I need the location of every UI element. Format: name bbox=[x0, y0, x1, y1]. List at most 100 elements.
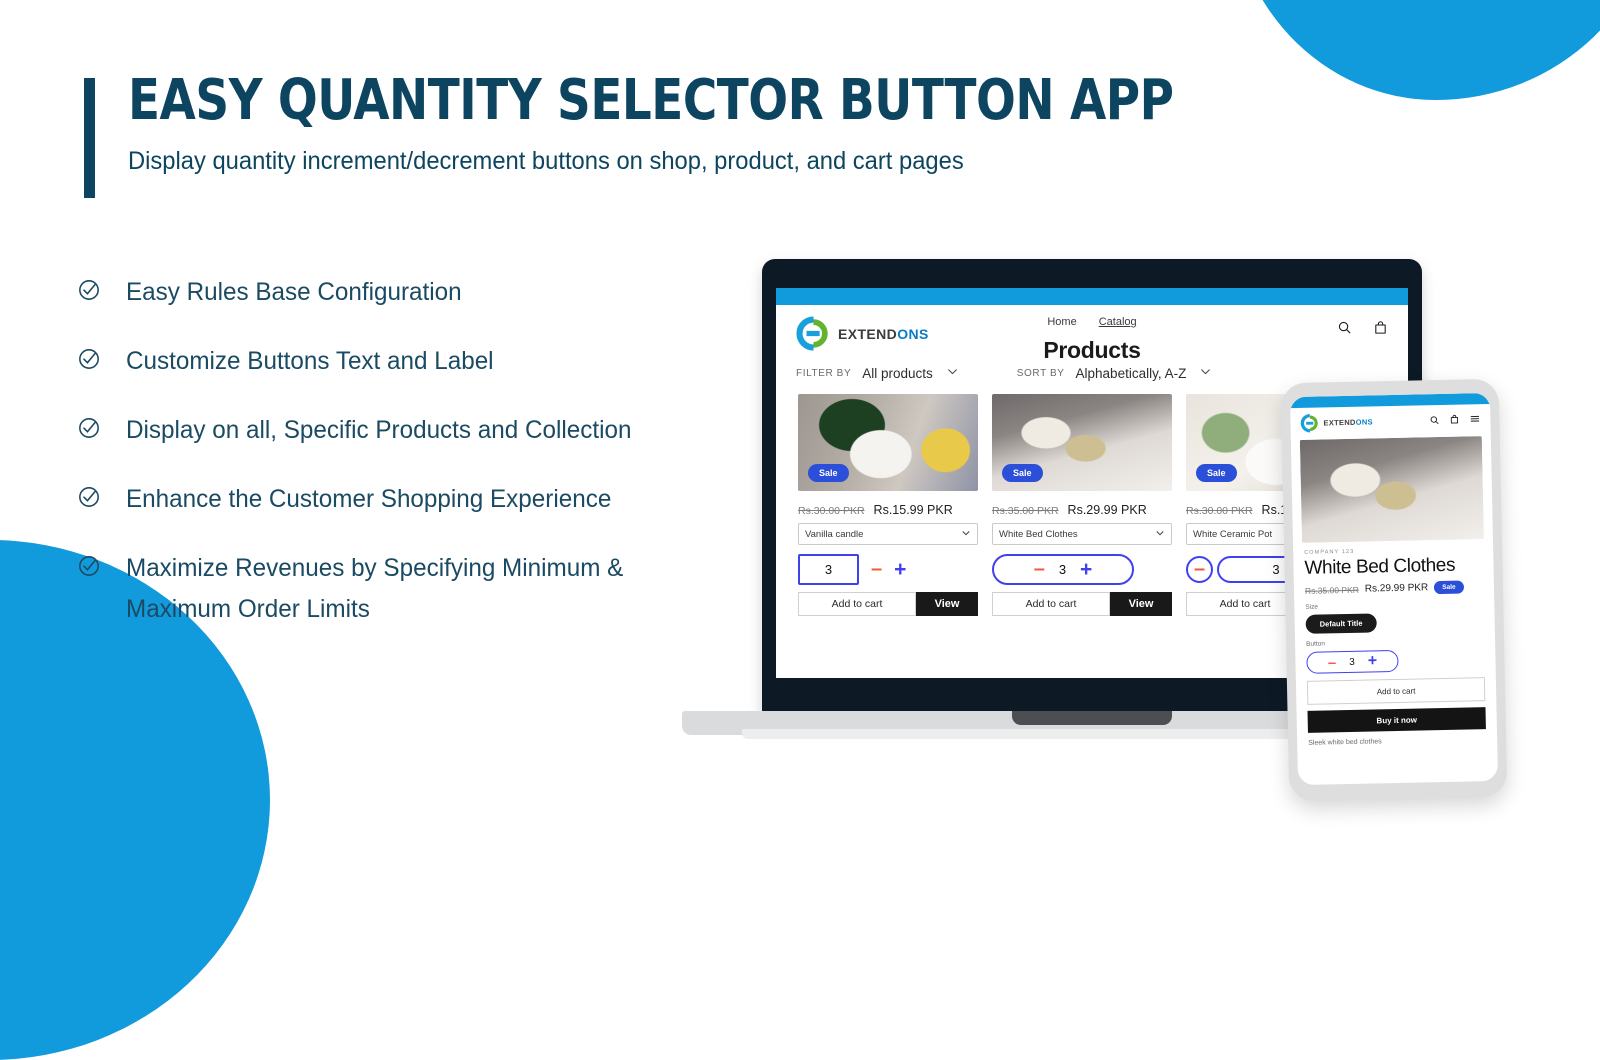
filter-by-value: All products bbox=[862, 366, 933, 381]
variant-select[interactable]: White Bed Clothes bbox=[992, 523, 1172, 545]
button-label: Button bbox=[1306, 637, 1484, 648]
view-button[interactable]: View bbox=[1110, 592, 1172, 616]
check-circle-icon bbox=[78, 279, 100, 301]
storefront-header: EXTENDONS Home Catalog Products bbox=[776, 305, 1408, 359]
quantity-decrement-button[interactable]: – bbox=[1034, 559, 1045, 579]
list-item: Easy Rules Base Configuration bbox=[78, 272, 758, 313]
product-image[interactable]: Sale bbox=[992, 394, 1172, 491]
phone-logo-text: EXTENDONS bbox=[1323, 417, 1373, 427]
quantity-stepper: – 3 + bbox=[992, 555, 1172, 583]
status-badge: Sale bbox=[1196, 464, 1237, 482]
check-circle-icon bbox=[78, 486, 100, 508]
check-circle-icon bbox=[78, 348, 100, 370]
phone-body: EXTENDONS COMPANY 123 White Bed Clothe bbox=[1281, 379, 1508, 801]
product-image[interactable]: Sale bbox=[798, 394, 978, 491]
quantity-stepper: 3 – + bbox=[798, 555, 978, 583]
price-row: Rs.35.00 PKR Rs.29.99 PKR bbox=[992, 503, 1172, 517]
status-badge: Sale bbox=[808, 464, 849, 482]
page-subtitle: Display quantity increment/decrement but… bbox=[128, 146, 1196, 176]
price-row: Rs.30.00 PKR Rs.15.99 PKR bbox=[798, 503, 978, 517]
chevron-down-icon bbox=[1155, 528, 1165, 540]
phone-screen: EXTENDONS COMPANY 123 White Bed Clothe bbox=[1290, 393, 1498, 785]
feature-text: Customize Buttons Text and Label bbox=[126, 341, 494, 382]
page-title: EASY QUANTITY SELECTOR BUTTON APP bbox=[128, 70, 1174, 132]
add-to-cart-button[interactable]: Add to cart bbox=[798, 592, 916, 616]
status-badge: Sale bbox=[1002, 464, 1043, 482]
size-label: Size bbox=[1305, 600, 1483, 611]
price-original: Rs.35.00 PKR bbox=[1305, 584, 1359, 595]
quantity-decrement-button[interactable]: – bbox=[1186, 556, 1213, 583]
price-original: Rs.30.00 PKR bbox=[798, 505, 865, 517]
variant-select[interactable]: Vanilla candle bbox=[798, 523, 978, 545]
feature-text: Maximize Revenues by Specifying Minimum … bbox=[126, 548, 708, 630]
phone-logo-part1: EXTEND bbox=[1323, 418, 1355, 428]
filter-by-label: FILTER BY bbox=[796, 368, 851, 379]
product-card: Sale Rs.35.00 PKR Rs.29.99 PKR White Bed… bbox=[992, 394, 1172, 616]
size-option-chip[interactable]: Default Title bbox=[1306, 613, 1377, 633]
nav-item-home[interactable]: Home bbox=[1047, 316, 1076, 328]
list-item: Display on all, Specific Products and Co… bbox=[78, 410, 758, 451]
status-badge: Sale bbox=[1434, 581, 1464, 595]
price-sale: Rs.29.99 PKR bbox=[1068, 503, 1147, 517]
phone-product-image[interactable] bbox=[1300, 436, 1484, 543]
cta-row: Add to cart View bbox=[992, 592, 1172, 616]
quantity-input[interactable]: 3 bbox=[798, 554, 859, 585]
quantity-increment-button[interactable]: + bbox=[894, 559, 906, 580]
price-original: Rs.30.00 PKR bbox=[1186, 505, 1253, 517]
feature-text: Easy Rules Base Configuration bbox=[126, 272, 462, 313]
phone-header-icons bbox=[1429, 411, 1480, 430]
quantity-decrement-button[interactable]: – bbox=[871, 559, 882, 579]
feature-text: Enhance the Customer Shopping Experience bbox=[126, 479, 611, 520]
phone-mockup: EXTENDONS COMPANY 123 White Bed Clothe bbox=[1281, 379, 1508, 801]
chevron-down-icon[interactable] bbox=[946, 365, 959, 381]
cart-icon[interactable] bbox=[1449, 411, 1459, 429]
buy-it-now-button[interactable]: Buy it now bbox=[1308, 707, 1486, 733]
view-button[interactable]: View bbox=[916, 592, 978, 616]
filter-by-group[interactable]: FILTER BY All products bbox=[796, 365, 959, 381]
chevron-down-icon bbox=[961, 528, 971, 540]
price-row: Rs.35.00 PKR Rs.29.99 PKR Sale bbox=[1305, 580, 1483, 597]
phone-logo-part2: ONS bbox=[1356, 417, 1373, 426]
phone-product-details: COMPANY 123 White Bed Clothes Rs.35.00 P… bbox=[1293, 539, 1497, 747]
quantity-increment-button[interactable]: + bbox=[1368, 653, 1378, 669]
quantity-decrement-label: – bbox=[1194, 559, 1205, 579]
chevron-down-icon[interactable] bbox=[1199, 365, 1212, 381]
add-to-cart-button[interactable]: Add to cart bbox=[1307, 677, 1485, 705]
price-sale: Rs.29.99 PKR bbox=[1365, 582, 1429, 594]
menu-icon[interactable] bbox=[1469, 411, 1480, 429]
quantity-value[interactable]: 3 bbox=[1349, 656, 1355, 667]
variant-select-value: Vanilla candle bbox=[805, 529, 863, 540]
cta-row: Add to cart View bbox=[798, 592, 978, 616]
storefront-announcement-bar bbox=[776, 288, 1408, 305]
decorative-blob-top-right bbox=[1230, 0, 1600, 100]
product-description: Sleek white bed clothes bbox=[1308, 736, 1486, 747]
nav-item-catalog[interactable]: Catalog bbox=[1099, 316, 1137, 328]
quantity-decrement-button[interactable]: – bbox=[1328, 655, 1337, 670]
search-icon[interactable] bbox=[1429, 412, 1439, 430]
price-sale: Rs.15.99 PKR bbox=[874, 503, 953, 517]
check-circle-icon bbox=[78, 555, 100, 577]
feature-text: Display on all, Specific Products and Co… bbox=[126, 410, 631, 451]
list-item: Customize Buttons Text and Label bbox=[78, 341, 758, 382]
list-item: Maximize Revenues by Specifying Minimum … bbox=[78, 548, 758, 630]
quantity-increment-button[interactable]: + bbox=[1080, 559, 1092, 580]
sort-by-group[interactable]: SORT BY Alphabetically, A-Z bbox=[1017, 365, 1213, 381]
feature-list: Easy Rules Base Configuration Customize … bbox=[78, 272, 758, 630]
add-to-cart-button[interactable]: Add to cart bbox=[992, 592, 1110, 616]
quantity-value[interactable]: 3 bbox=[1059, 562, 1066, 577]
variant-select-value: White Bed Clothes bbox=[999, 529, 1078, 540]
price-original: Rs.35.00 PKR bbox=[992, 505, 1059, 517]
list-item: Enhance the Customer Shopping Experience bbox=[78, 479, 758, 520]
product-title: White Bed Clothes bbox=[1304, 554, 1482, 580]
product-card: Sale Rs.30.00 PKR Rs.15.99 PKR Vanilla c… bbox=[798, 394, 978, 616]
quantity-stepper: – 3 + bbox=[1306, 650, 1398, 674]
sort-by-value: Alphabetically, A-Z bbox=[1076, 366, 1187, 381]
storefront-page-heading: Products bbox=[776, 337, 1408, 364]
check-circle-icon bbox=[78, 417, 100, 439]
phone-storefront-header: EXTENDONS bbox=[1290, 404, 1491, 437]
extendons-logo-icon bbox=[1300, 414, 1319, 433]
variant-select-value: White Ceramic Pot bbox=[1193, 529, 1272, 540]
sort-by-label: SORT BY bbox=[1017, 368, 1065, 379]
storefront-nav: Home Catalog bbox=[776, 316, 1408, 328]
accent-bar bbox=[84, 78, 95, 198]
